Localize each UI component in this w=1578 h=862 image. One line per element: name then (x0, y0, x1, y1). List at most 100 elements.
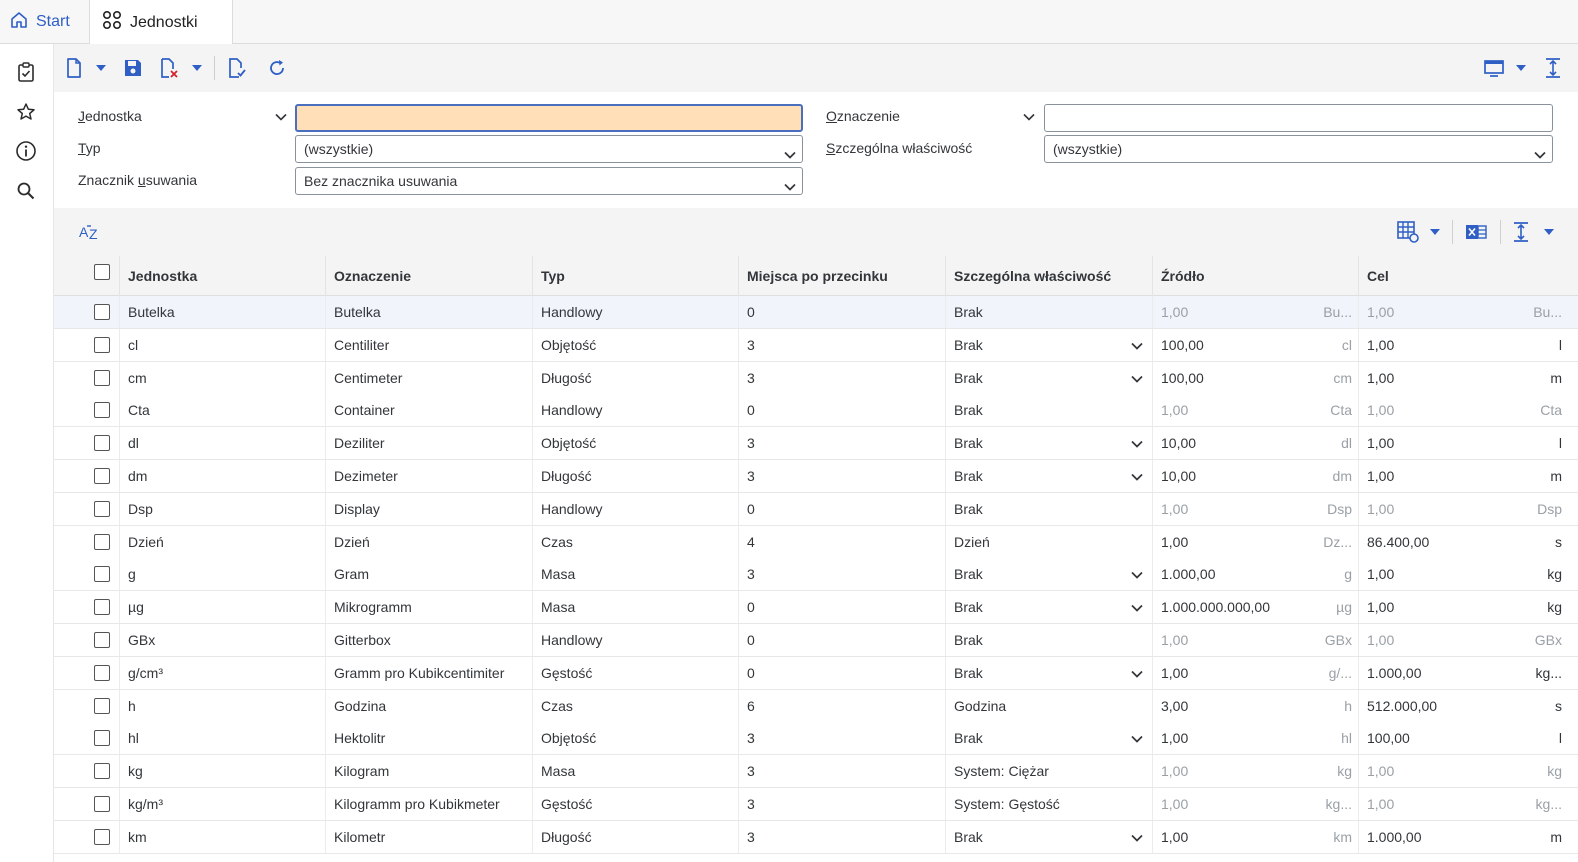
delete-dropdown-chevron-icon[interactable] (190, 56, 204, 80)
table-row[interactable]: cl Centiliter Objętość 3 Brak 100,00 cl 1,00 l (54, 328, 1578, 362)
save-icon[interactable] (122, 56, 144, 80)
cell-szczegolna[interactable]: Brak (945, 460, 1152, 492)
chevron-down-icon[interactable] (1131, 732, 1143, 744)
tab-jednostki[interactable]: Jednostki (89, 0, 233, 45)
row-checkbox[interactable] (94, 533, 110, 550)
row-checkbox[interactable] (94, 336, 110, 353)
chevron-down-icon[interactable] (1131, 470, 1143, 482)
cell-zrodlo-unit: km (1333, 828, 1352, 845)
znacznik-usuwania-label: Znacznik usuwania (78, 172, 198, 188)
oznaczenie-input[interactable] (1044, 104, 1553, 132)
cell-szczegolna[interactable]: Brak (945, 328, 1152, 361)
chevron-down-icon[interactable] (1131, 372, 1143, 384)
table-row[interactable]: g/cm³ Gramm pro Kubikcentimiter Gęstość 0 Br… (54, 656, 1578, 690)
table-row[interactable]: Cta Container Handlowy 0 Brak 1,00 Cta 1,00 Cta (54, 394, 1578, 428)
row-checkbox[interactable] (94, 730, 110, 747)
grid-row-height-icon[interactable] (1510, 220, 1532, 244)
column-header-typ[interactable]: Typ (532, 256, 738, 296)
cell-typ: Długość (532, 361, 738, 394)
chevron-down-icon[interactable] (1131, 437, 1143, 449)
row-checkbox[interactable] (94, 664, 110, 681)
clipboard-check-icon[interactable] (14, 60, 38, 84)
table-row[interactable]: dm Dezimeter Długość 3 Brak 10,00 dm 1,00 m (54, 460, 1578, 493)
cell-szczegolna[interactable]: Brak (945, 427, 1152, 460)
validate-document-icon[interactable] (226, 56, 248, 80)
table-row[interactable]: cm Centimeter Długość 3 Brak 100,00 cm 1,00 m (54, 361, 1578, 395)
cell-zrodlo-unit: g/... (1328, 664, 1352, 681)
jednostka-input[interactable] (295, 104, 803, 132)
table-row[interactable]: km Kilometr Długość 3 Brak 1,00 km 1.000,00 m (54, 820, 1578, 854)
row-checkbox[interactable] (94, 632, 110, 648)
cell-miejsca: 0 (738, 591, 945, 624)
chevron-down-icon[interactable] (1131, 568, 1143, 580)
new-dropdown-chevron-icon[interactable] (94, 56, 108, 80)
column-header-miejsca[interactable]: Miejsca po przecinku (738, 256, 945, 296)
oznaczenie-operator-chevron-icon[interactable] (1022, 110, 1036, 124)
row-checkbox[interactable] (94, 369, 110, 386)
grid-row-height-chevron-icon[interactable] (1542, 220, 1556, 244)
tab-start[interactable]: Start (0, 0, 89, 44)
table-row[interactable]: kg Kilogram Masa 3 System: Ciężar 1,00 kg 1,00 k… (54, 755, 1578, 789)
chevron-down-icon[interactable] (1131, 831, 1143, 843)
row-checkbox[interactable] (94, 763, 110, 780)
row-checkbox[interactable] (94, 697, 110, 714)
star-icon[interactable] (14, 100, 38, 124)
typ-select[interactable]: (wszystkie) (295, 135, 803, 163)
info-icon[interactable] (14, 139, 38, 163)
szczegolna-wlasciwosc-select[interactable]: (wszystkie) (1044, 135, 1553, 163)
chevron-down-icon[interactable] (1131, 601, 1143, 613)
layout-view-icon[interactable] (1482, 56, 1506, 80)
table-row[interactable]: Butelka Butelka Handlowy 0 Brak 1,00 Bu... 1,00… (54, 296, 1578, 329)
row-checkbox[interactable] (94, 468, 110, 484)
chevron-down-icon[interactable] (1131, 667, 1143, 679)
column-header-cel[interactable]: Cel (1358, 256, 1578, 296)
cell-typ: Gęstość (532, 656, 738, 689)
table-row[interactable]: hl Hektolitr Objętość 3 Brak 1,00 hl 100,00 l (54, 722, 1578, 756)
sort-az-icon[interactable]: AZ (78, 220, 102, 244)
delete-document-icon[interactable] (158, 56, 180, 80)
row-checkbox[interactable] (94, 796, 110, 812)
row-height-icon[interactable] (1542, 56, 1564, 80)
search-icon[interactable] (14, 179, 38, 203)
table-row[interactable]: GBx Gitterbox Handlowy 0 Brak 1,00 GBx 1,00 GBx (54, 624, 1578, 657)
column-header-oznaczenie[interactable]: Oznaczenie (325, 256, 532, 296)
cell-jednostka: Dsp (119, 492, 325, 525)
cell-oznaczenie: Godzina (325, 689, 532, 722)
chevron-down-icon[interactable] (1131, 339, 1143, 351)
refresh-icon[interactable] (266, 56, 288, 80)
row-checkbox[interactable] (94, 599, 110, 616)
row-checkbox[interactable] (94, 435, 110, 452)
row-checkbox[interactable] (94, 566, 110, 583)
layout-dropdown-chevron-icon[interactable] (1514, 56, 1528, 80)
cell-cel-unit: m (1550, 369, 1562, 386)
cell-szczegolna[interactable]: Brak (945, 558, 1152, 591)
excel-export-icon[interactable] (1464, 220, 1488, 244)
cell-szczegolna[interactable]: Brak (945, 656, 1152, 689)
jednostka-operator-chevron-icon[interactable] (274, 110, 288, 124)
row-checkbox[interactable] (94, 402, 110, 419)
column-header-zrodlo[interactable]: Źródło (1152, 256, 1358, 296)
new-document-icon[interactable] (64, 56, 84, 80)
column-settings-chevron-icon[interactable] (1428, 220, 1442, 244)
cell-szczegolna[interactable]: Brak (945, 820, 1152, 853)
select-all-checkbox[interactable] (94, 264, 110, 280)
table-row[interactable]: Dzień Dzień Czas 4 Dzień 1,00 Dz... 86.400,00 s (54, 525, 1578, 559)
row-checkbox[interactable] (94, 304, 110, 320)
cell-szczegolna[interactable]: Brak (945, 591, 1152, 624)
table-row[interactable]: µg Mikrogramm Masa 0 Brak 1.000.000.000,00 µg 1… (54, 591, 1578, 625)
table-row[interactable]: dl Deziliter Objętość 3 Brak 10,00 dl 1,00 l (54, 427, 1578, 461)
cell-szczegolna[interactable]: Brak (945, 722, 1152, 755)
table-row[interactable]: kg/m³ Kilogramm pro Kubikmeter Gęstość 3 Sys… (54, 788, 1578, 821)
column-settings-icon[interactable] (1396, 220, 1420, 244)
cell-zrodlo-unit: Dsp (1327, 500, 1352, 517)
cell-szczegolna[interactable]: Brak (945, 361, 1152, 394)
table-row[interactable]: g Gram Masa 3 Brak 1.000,00 g 1,00 kg (54, 558, 1578, 592)
table-row[interactable]: Dsp Display Handlowy 0 Brak 1,00 Dsp 1,00 Dsp (54, 492, 1578, 526)
column-header-szczegolna[interactable]: Szczególna właściwość (945, 256, 1152, 296)
row-checkbox[interactable] (94, 500, 110, 517)
row-checkbox[interactable] (94, 828, 110, 845)
column-header-jednostka[interactable]: Jednostka (119, 256, 325, 296)
typ-select-value: (wszystkie) (304, 141, 374, 157)
table-row[interactable]: h Godzina Czas 6 Godzina 3,00 h 512.000,00 s (54, 689, 1578, 723)
znacznik-usuwania-select[interactable]: Bez znacznika usuwania (295, 167, 803, 195)
